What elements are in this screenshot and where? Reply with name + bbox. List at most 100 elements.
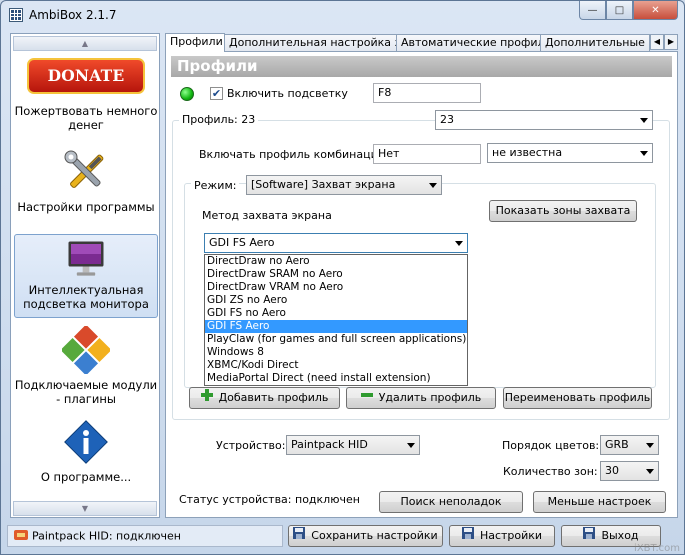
dropdown-option[interactable]: DirectDraw SRAM no Aero — [205, 268, 467, 281]
sidebar: ▲ DONATE NOW Пожертвовать немного денег … — [10, 33, 160, 518]
minimize-button[interactable]: — — [579, 1, 606, 20]
sidebar-item-plugins-label: Подключаемые модули - плагины — [14, 378, 158, 406]
enable-backlight-label: Включить подсветку — [227, 87, 348, 100]
mode-select-value: [Software] Захват экрана — [251, 178, 396, 191]
tab-scroll-left-icon[interactable]: ◀ — [650, 34, 664, 50]
chevron-down-icon — [646, 443, 654, 448]
chevron-down-icon — [455, 241, 463, 246]
save-settings-label: Сохранить настройки — [311, 529, 438, 542]
capture-method-select[interactable]: GDI FS Aero — [204, 233, 468, 253]
tab-zone-settings[interactable]: Дополнительная настройка зон — [224, 34, 397, 52]
save-disk-icon — [461, 526, 474, 546]
color-order-select[interactable]: GRB — [600, 435, 659, 455]
puzzle-icon — [62, 326, 110, 374]
tab-additional[interactable]: Дополнительные н — [540, 34, 650, 52]
donate-now-logo[interactable]: DONATE NOW — [27, 58, 145, 117]
dropdown-option[interactable]: DirectDraw VRAM no Aero — [205, 281, 467, 294]
tab-profiles[interactable]: Профили — [165, 33, 225, 52]
window-title: AmbiBox 2.1.7 — [29, 8, 117, 22]
dropdown-option[interactable]: XBMC/Kodi Direct — [205, 359, 467, 372]
device-select-value: Paintpack HID — [291, 438, 368, 451]
tab-strip: Профили Дополнительная настройка зон Авт… — [165, 33, 678, 52]
wrench-screwdriver-icon — [64, 150, 104, 188]
less-settings-button[interactable]: Меньше настроек — [533, 491, 666, 513]
combo-key-select[interactable]: не известна — [487, 143, 653, 163]
title-bar: AmbiBox 2.1.7 — □ ✕ — [1, 1, 684, 29]
color-order-label: Порядок цветов: — [502, 439, 600, 452]
dropdown-option[interactable]: PlayClaw (for games and full screen appl… — [205, 333, 467, 346]
add-profile-button[interactable]: Добавить профиль — [189, 387, 340, 409]
sidebar-item-plugins[interactable]: Подключаемые модули - плагины — [14, 326, 158, 406]
profiles-panel: Профили ✔ Включить подсветку F8 Профиль:… — [165, 51, 678, 518]
sidebar-item-settings[interactable]: Настройки программы — [14, 148, 158, 220]
zones-select[interactable]: 30 — [600, 461, 659, 481]
chevron-down-icon — [640, 118, 648, 123]
info-icon — [64, 420, 108, 464]
sidebar-item-monitor-label: Интеллектуальная подсветка монитора — [23, 283, 149, 311]
delete-profile-button[interactable]: Удалить профиль — [346, 387, 496, 409]
sidebar-item-donate-label: Пожертвовать немного денег — [14, 104, 158, 132]
save-settings-button[interactable]: Сохранить настройки — [288, 525, 443, 547]
chevron-down-icon — [646, 469, 654, 474]
save-disk-icon — [583, 526, 596, 546]
delete-profile-label: Удалить профиль — [378, 391, 482, 404]
app-window: AmbiBox 2.1.7 — □ ✕ ▲ DONATE NOW Пожертв… — [0, 0, 685, 555]
status-text: Paintpack HID: подключен — [32, 529, 181, 543]
chevron-down-icon — [429, 183, 437, 188]
dropdown-option-selected[interactable]: GDI FS Aero — [205, 320, 467, 333]
sidebar-item-donate[interactable]: DONATE NOW Пожертвовать немного денег — [14, 58, 158, 156]
plus-icon — [200, 388, 213, 408]
profile-label: Профиль: 23 — [179, 113, 259, 126]
profile-select[interactable]: 23 — [435, 110, 653, 130]
troubleshoot-button[interactable]: Поиск неполадок — [379, 491, 523, 513]
tab-auto-profiles[interactable]: Автоматические профили — [396, 34, 541, 52]
exit-label: Выход — [601, 529, 639, 542]
settings-button[interactable]: Настройки — [449, 525, 555, 547]
color-order-select-value: GRB — [605, 438, 629, 451]
enable-backlight-checkbox[interactable]: ✔ — [210, 87, 223, 100]
combo-label: Включать профиль комбинацией: — [199, 148, 396, 161]
sidebar-item-monitor[interactable]: Интеллектуальная подсветка монитора — [14, 234, 158, 318]
dropdown-option[interactable]: MediaPortal Direct (need install extensi… — [205, 372, 467, 385]
mode-label: Режим: — [191, 179, 240, 192]
status-bar: Paintpack HID: подключен — [7, 525, 283, 547]
app-grid-icon — [9, 8, 23, 22]
watermark: iXBT.com — [634, 543, 680, 554]
rename-profile-button[interactable]: Переименовать профиль — [503, 387, 652, 409]
add-profile-label: Добавить профиль — [218, 391, 329, 404]
dropdown-option[interactable]: Windows 8 — [205, 346, 467, 359]
capture-method-select-value: GDI FS Aero — [209, 236, 275, 249]
sidebar-scroll-down-icon[interactable]: ▼ — [13, 501, 157, 516]
show-zones-button[interactable]: Показать зоны захвата — [489, 200, 637, 222]
sidebar-item-about-label: О программе... — [40, 470, 132, 484]
maximize-button[interactable]: □ — [606, 1, 633, 20]
dropdown-option[interactable]: DirectDraw no Aero — [205, 255, 467, 268]
capture-method-label: Метод захвата экрана — [202, 209, 332, 222]
section-title: Профили — [171, 56, 672, 77]
device-select[interactable]: Paintpack HID — [286, 435, 420, 455]
chevron-down-icon — [640, 151, 648, 156]
sidebar-item-settings-label: Настройки программы — [17, 200, 155, 214]
device-label: Устройство: — [216, 439, 286, 452]
combo-hotkey-field[interactable]: Нет — [373, 144, 481, 164]
status-indicator-icon — [180, 87, 194, 101]
bottom-bar: Paintpack HID: подключен Сохранить настр… — [1, 523, 684, 554]
save-disk-icon — [293, 526, 306, 546]
dropdown-option[interactable]: GDI FS no Aero — [205, 307, 467, 320]
zones-select-value: 30 — [605, 464, 619, 477]
combo-key-select-value: не известна — [492, 146, 563, 159]
sidebar-scroll-up-icon[interactable]: ▲ — [13, 36, 157, 51]
zones-label: Количество зон: — [503, 465, 598, 478]
close-button[interactable]: ✕ — [633, 1, 678, 20]
chevron-down-icon — [407, 443, 415, 448]
mode-select[interactable]: [Software] Захват экрана — [246, 175, 442, 195]
device-icon — [14, 529, 28, 544]
capture-method-dropdown[interactable]: DirectDraw no Aero DirectDraw SRAM no Ae… — [204, 254, 468, 386]
dropdown-option[interactable]: GDI ZS no Aero — [205, 294, 467, 307]
monitor-icon — [68, 241, 104, 276]
tab-scroll-right-icon[interactable]: ▶ — [664, 34, 678, 50]
minus-icon — [360, 388, 373, 408]
sidebar-item-about[interactable]: О программе... — [14, 418, 158, 484]
profile-select-value: 23 — [440, 113, 454, 126]
hotkey-field[interactable]: F8 — [373, 83, 481, 103]
